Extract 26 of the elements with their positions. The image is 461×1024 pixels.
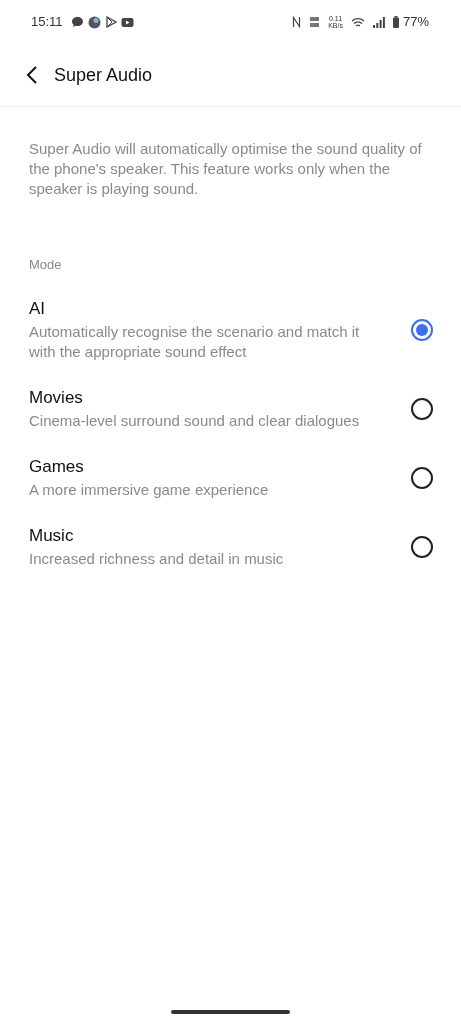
back-icon[interactable]: [26, 65, 38, 85]
battery-level: 77%: [402, 13, 429, 32]
video-icon: [120, 16, 134, 28]
play-store-icon: [104, 16, 117, 28]
battery-icon: [392, 16, 399, 28]
avatar-icon: [87, 15, 101, 29]
radio-button[interactable]: [411, 466, 433, 489]
mode-title: Games: [29, 455, 85, 478]
section-label: Mode: [28, 256, 63, 274]
mode-title: AI: [29, 297, 47, 320]
status-time: 15:11: [31, 13, 63, 32]
radio-button[interactable]: [411, 318, 433, 341]
radio-button[interactable]: [411, 535, 433, 558]
radio-button[interactable]: [411, 397, 433, 420]
chat-icon: [70, 16, 84, 28]
wifi-icon: [350, 16, 365, 28]
description-text: Super Audio will automatically optimise the sound quality of the phone's speaker. This feature works only when the speaker is playing sound.: [28, 139, 423, 199]
mode-title: Music: [29, 524, 75, 547]
page-title: Super Audio: [54, 63, 153, 87]
mode-title: Movies: [29, 386, 84, 409]
nfc-icon: [292, 16, 302, 28]
mode-description: Cinema-level surround sound and clear dialogues: [29, 410, 361, 431]
mode-description: Automatically recognise the scenario and match it with the appropriate sound effect: [29, 321, 361, 362]
mode-description: A more immersive game experience: [29, 479, 270, 500]
mode-description: Increased richness and detail in music: [29, 548, 285, 569]
signal-icon: [372, 16, 385, 28]
